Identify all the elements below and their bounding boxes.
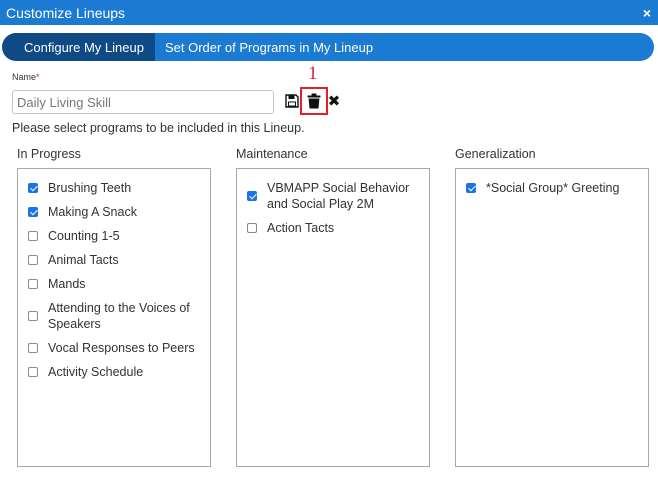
- tab-set-order-of-programs[interactable]: Set Order of Programs in My Lineup: [155, 33, 383, 61]
- list-item[interactable]: Activity Schedule: [28, 364, 143, 380]
- dialog-title: Customize Lineups: [6, 4, 126, 21]
- checkbox[interactable]: [28, 279, 38, 289]
- checkbox[interactable]: [28, 367, 38, 377]
- program-list-maintenance: VBMAPP Social Behavior and Social Play 2…: [236, 168, 430, 467]
- checkbox[interactable]: [247, 223, 257, 233]
- list-item[interactable]: VBMAPP Social Behavior and Social Play 2…: [247, 180, 417, 212]
- checkbox[interactable]: [28, 207, 38, 217]
- checkbox[interactable]: [28, 255, 38, 265]
- checkbox[interactable]: [247, 191, 257, 201]
- list-item[interactable]: *Social Group* Greeting: [466, 180, 619, 196]
- column-title-generalization: Generalization: [455, 147, 536, 161]
- checkbox[interactable]: [28, 183, 38, 193]
- tab-configure-my-lineup[interactable]: Configure My Lineup: [2, 33, 155, 61]
- program-list-in-progress: Brushing Teeth Making A Snack Counting 1…: [17, 168, 211, 467]
- list-item[interactable]: Vocal Responses to Peers: [28, 340, 195, 356]
- list-item[interactable]: Action Tacts: [247, 220, 334, 236]
- instructions-text: Please select programs to be included in…: [12, 121, 305, 135]
- name-field-label: Name*: [12, 72, 40, 82]
- annotation-marker: 1: [308, 63, 318, 84]
- list-item[interactable]: Counting 1-5: [28, 228, 120, 244]
- list-item[interactable]: Attending to the Voices of Speakers: [28, 300, 198, 332]
- checkbox[interactable]: [28, 311, 38, 321]
- required-marker: *: [36, 72, 40, 82]
- dialog-titlebar: Customize Lineups ×: [0, 0, 658, 25]
- checkbox[interactable]: [28, 343, 38, 353]
- lineup-name-input[interactable]: [12, 90, 274, 114]
- list-item[interactable]: Making A Snack: [28, 204, 137, 220]
- x-icon[interactable]: ✖: [328, 94, 341, 109]
- column-title-maintenance: Maintenance: [236, 147, 308, 161]
- delete-button[interactable]: [300, 87, 328, 115]
- list-item[interactable]: Brushing Teeth: [28, 180, 131, 196]
- program-list-generalization: *Social Group* Greeting: [455, 168, 649, 467]
- list-item[interactable]: Mands: [28, 276, 86, 292]
- floppy-disk-icon[interactable]: [285, 94, 299, 108]
- checkbox[interactable]: [466, 183, 476, 193]
- column-title-in-progress: In Progress: [17, 147, 81, 161]
- tab-bar: Configure My Lineup Set Order of Program…: [2, 33, 654, 61]
- list-item[interactable]: Animal Tacts: [28, 252, 119, 268]
- trash-icon: [307, 93, 321, 109]
- close-icon[interactable]: ×: [643, 6, 651, 20]
- checkbox[interactable]: [28, 231, 38, 241]
